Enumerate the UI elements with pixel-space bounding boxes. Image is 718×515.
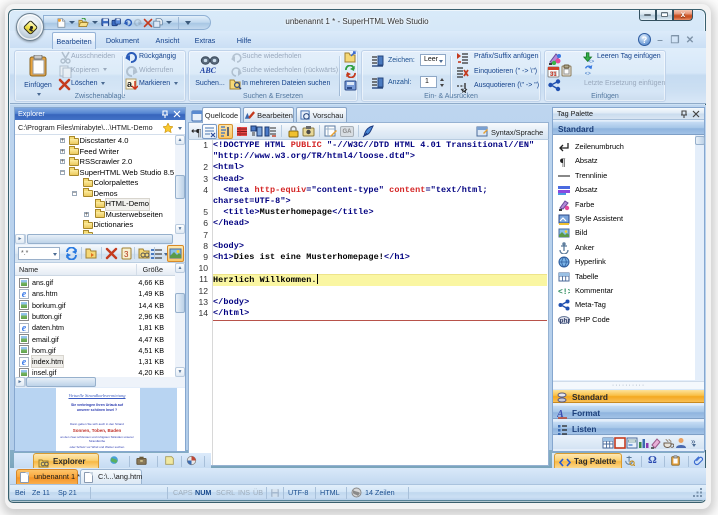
svg-text:ABC: ABC	[199, 66, 217, 75]
svg-text:N: N	[462, 89, 466, 93]
svg-text:¶: ¶	[196, 127, 201, 138]
svg-text:31: 31	[550, 72, 557, 78]
svg-text:<>: <>	[585, 71, 591, 76]
svg-text:¶: ¶	[560, 155, 566, 167]
svg-text:<!>: <!>	[558, 288, 570, 297]
svg-text:<>: <>	[588, 59, 594, 63]
svg-text:3: 3	[124, 250, 129, 259]
svg-text:php: php	[560, 317, 571, 324]
